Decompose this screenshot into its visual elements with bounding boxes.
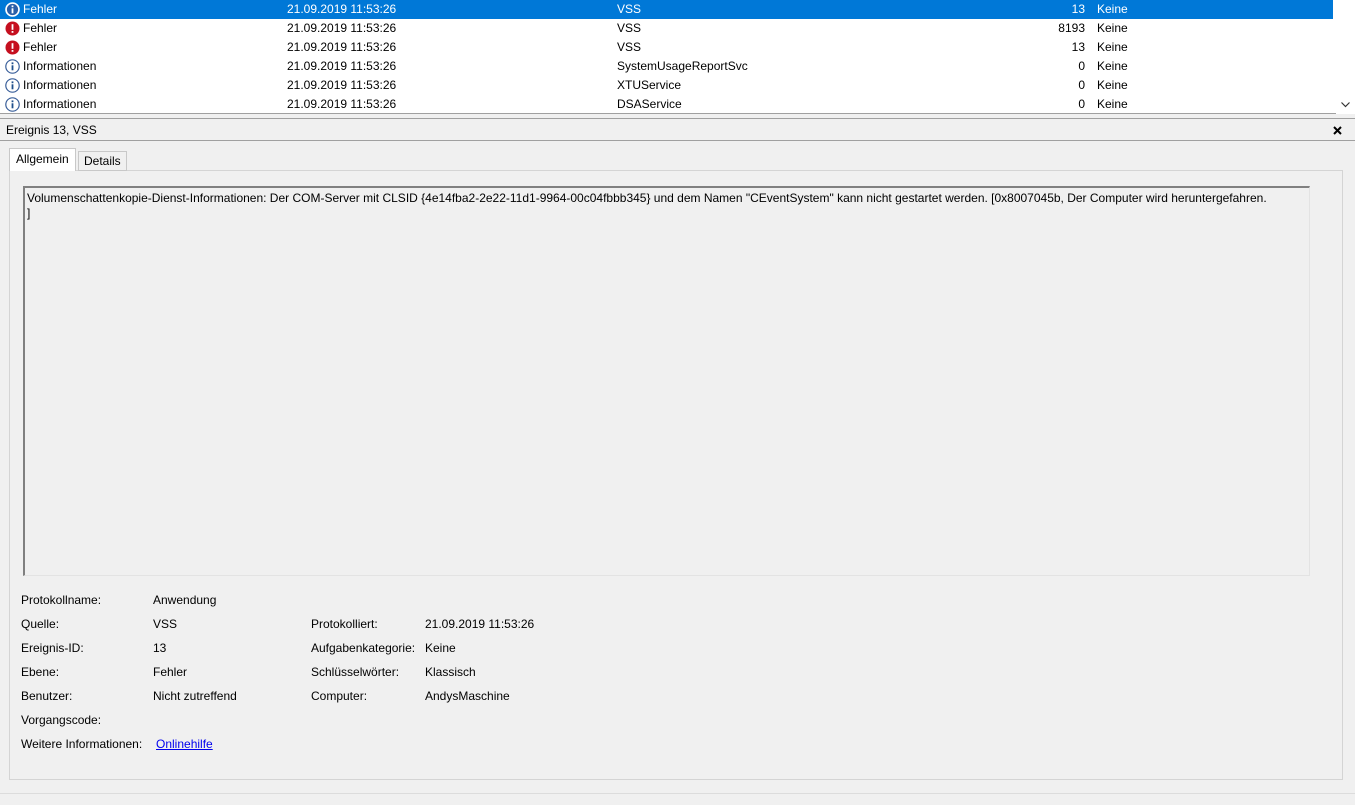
event-list[interactable]: Fehler 21.09.2019 11:53:26 VSS 13 Keine Fehle…: [0, 0, 1355, 114]
tab-general[interactable]: Allgemein: [9, 148, 76, 171]
event-id: 0: [1078, 59, 1085, 73]
task-category-value: Keine: [425, 641, 456, 655]
task-category-label: Aufgabenkategorie:: [311, 641, 416, 655]
event-message[interactable]: Volumenschattenkopie-Dienst-Informatione…: [23, 186, 1310, 576]
event-source: XTUService: [617, 78, 682, 92]
error-icon: [5, 21, 20, 36]
event-date: 21.09.2019 11:53:26: [287, 59, 397, 73]
event-task-category: Keine: [1097, 97, 1128, 111]
event-id: 0: [1078, 97, 1085, 111]
level-value: Fehler: [153, 665, 188, 679]
event-id: 13: [1071, 40, 1085, 54]
scroll-down-button[interactable]: [1336, 96, 1355, 113]
event-row[interactable]: Informationen 21.09.2019 11:53:26 SystemUs…: [0, 57, 1333, 76]
event-row[interactable]: Fehler 21.09.2019 11:53:26 VSS 13 Keine: [0, 38, 1333, 57]
event-id: 13: [1071, 2, 1085, 16]
keywords-label: Schlüsselwörter:: [311, 665, 400, 679]
opcode-label: Vorgangscode:: [21, 713, 102, 727]
online-help-link[interactable]: Onlinehilfe: [156, 737, 213, 751]
event-source: VSS: [617, 40, 642, 54]
info-icon: [5, 78, 20, 93]
level-label: Ebene:: [21, 665, 60, 679]
event-id: 8193: [1058, 21, 1085, 35]
info-icon: [5, 59, 20, 74]
event-task-category: Keine: [1097, 21, 1128, 35]
event-date: 21.09.2019 11:53:26: [287, 21, 397, 35]
user-value: Nicht zutreffend: [153, 689, 237, 703]
logged-label: Protokolliert:: [311, 617, 378, 631]
computer-value: AndysMaschine: [425, 689, 510, 703]
event-level: Informationen: [23, 97, 97, 111]
source-value: VSS: [153, 617, 178, 631]
event-date: 21.09.2019 11:53:26: [287, 78, 397, 92]
event-row[interactable]: Informationen 21.09.2019 11:53:26 XTUServi…: [0, 76, 1333, 95]
event-task-category: Keine: [1097, 2, 1128, 16]
error-icon: [5, 40, 20, 55]
event-id: 0: [1078, 78, 1085, 92]
event-row[interactable]: Fehler 21.09.2019 11:53:26 VSS 8193 Keine: [0, 19, 1333, 38]
source-label: Quelle:: [21, 617, 60, 631]
more-info-label: Weitere Informationen:: [21, 737, 143, 751]
event-level: Informationen: [23, 78, 97, 92]
tab-details[interactable]: Details: [78, 151, 127, 171]
detail-title: Ereignis 13, VSS: [6, 123, 97, 137]
event-level: Fehler: [23, 40, 58, 54]
info-icon: [5, 97, 20, 112]
event-id-label: Ereignis-ID:: [21, 641, 84, 655]
event-date: 21.09.2019 11:53:26: [287, 40, 397, 54]
info-icon: [5, 2, 20, 17]
event-row[interactable]: Fehler 21.09.2019 11:53:26 VSS 13 Keine: [0, 0, 1333, 19]
close-button[interactable]: [1329, 122, 1345, 138]
event-date: 21.09.2019 11:53:26: [287, 2, 397, 16]
event-level: Fehler: [23, 2, 58, 16]
event-row[interactable]: Informationen 21.09.2019 11:53:26 DSAServi…: [0, 95, 1333, 113]
detail-header: Ereignis 13, VSS: [0, 119, 1355, 141]
event-source: VSS: [617, 2, 642, 16]
event-source: SystemUsageReportSvc: [617, 59, 748, 73]
log-name-value: Anwendung: [153, 593, 217, 607]
event-id-value: 13: [153, 641, 167, 655]
computer-label: Computer:: [311, 689, 368, 703]
user-label: Benutzer:: [21, 689, 73, 703]
chevron-down-icon: [1341, 101, 1350, 107]
event-source: VSS: [617, 21, 642, 35]
log-name-label: Protokollname:: [21, 593, 102, 607]
event-task-category: Keine: [1097, 78, 1128, 92]
logged-value: 21.09.2019 11:53:26: [425, 617, 535, 631]
close-icon: [1332, 125, 1342, 135]
event-task-category: Keine: [1097, 40, 1128, 54]
status-bar: [0, 793, 1355, 805]
event-source: DSAService: [617, 97, 682, 111]
event-task-category: Keine: [1097, 59, 1128, 73]
keywords-value: Klassisch: [425, 665, 476, 679]
event-level: Fehler: [23, 21, 58, 35]
event-level: Informationen: [23, 59, 97, 73]
event-date: 21.09.2019 11:53:26: [287, 97, 397, 111]
